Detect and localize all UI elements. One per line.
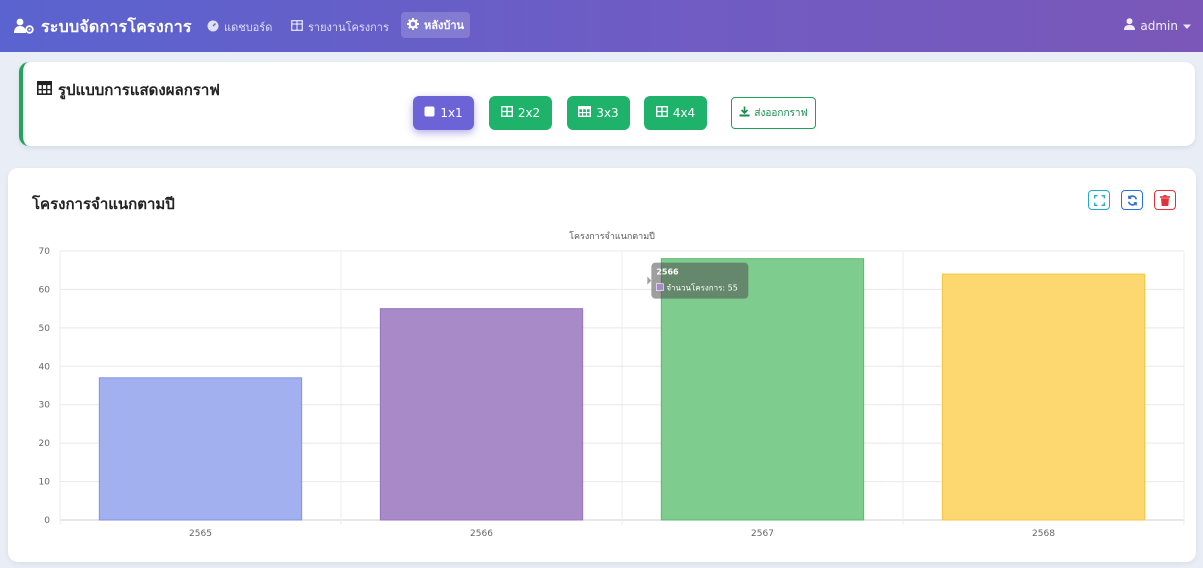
layout-panel-heading: รูปแบบการแสดงผลกราฟ — [37, 78, 220, 102]
chart-tooltip: 2566 จำนวนโครงการ: 55 — [647, 262, 749, 299]
tooltip-title: 2566 — [656, 268, 679, 277]
brand[interactable]: ระบบจัดการโครงการ — [14, 15, 192, 40]
grid-2x2-icon — [500, 105, 513, 120]
chart-layout-panel: รูปแบบการแสดงผลกราฟ 1x1 2x2 3x3 4x4 ส่งอ… — [19, 62, 1195, 146]
layout-panel-title: รูปแบบการแสดงผลกราฟ — [58, 81, 220, 99]
layout-1x1-button[interactable]: 1x1 — [413, 96, 474, 130]
y-tick-label: 40 — [39, 362, 51, 372]
dashboard-icon — [207, 20, 219, 35]
grid-4x4-icon — [655, 105, 668, 120]
button-label: 1x1 — [440, 106, 463, 120]
y-tick-label: 30 — [39, 401, 51, 411]
x-tick-label: 2567 — [751, 529, 774, 539]
app-title: ระบบจัดการโครงการ — [41, 17, 192, 36]
x-tick-label: 2568 — [1032, 529, 1055, 539]
nav-item-label: รายงานโครงการ — [308, 21, 389, 34]
tooltip-swatch — [656, 283, 664, 291]
nav-item-label: หลังบ้าน — [424, 19, 465, 32]
bar-chart: โครงการจำแนกตามปี 0 10 20 30 40 50 60 70 2565 25… — [39, 231, 1185, 539]
y-tick-label: 10 — [39, 478, 51, 488]
username: admin — [1140, 18, 1178, 33]
caret-down-icon — [1183, 19, 1191, 33]
y-tick-label: 0 — [44, 516, 50, 526]
users-cog-icon — [14, 18, 34, 38]
y-tick-label: 70 — [39, 247, 51, 257]
nav-item-dashboard[interactable]: แดชบอร์ด — [207, 18, 272, 36]
top-navbar: ระบบจัดการโครงการ แดชบอร์ด รายงานโครงการ… — [0, 0, 1203, 52]
table-icon — [37, 81, 52, 99]
nav-item-backend[interactable]: หลังบ้าน — [401, 12, 471, 38]
grid-3x3-icon — [578, 105, 592, 120]
table-icon — [291, 20, 303, 34]
y-tick-label: 60 — [39, 285, 51, 295]
layout-4x4-button[interactable]: 4x4 — [644, 96, 707, 130]
button-label: 2x2 — [517, 106, 541, 120]
chart-title: โครงการจำแนกตามปี — [569, 231, 655, 242]
layout-3x3-button[interactable]: 3x3 — [567, 96, 630, 130]
nav-item-project-report[interactable]: รายงานโครงการ — [291, 18, 389, 36]
gear-icon — [407, 17, 419, 33]
y-tick-label: 50 — [39, 324, 51, 334]
export-label: ส่งออกกราฟ — [754, 107, 808, 119]
user-icon — [1124, 18, 1136, 33]
bar-2566[interactable] — [379, 308, 584, 521]
bar-2565[interactable] — [98, 377, 303, 521]
bar-2568[interactable] — [941, 273, 1146, 521]
user-menu[interactable]: admin — [1124, 18, 1191, 33]
nav-item-label: แดชบอร์ด — [224, 21, 273, 34]
x-tick-label: 2566 — [470, 529, 493, 539]
button-label: 4x4 — [672, 106, 696, 120]
square-icon — [424, 106, 435, 120]
export-chart-button[interactable]: ส่งออกกราฟ — [731, 97, 816, 129]
button-label: 3x3 — [596, 106, 619, 120]
download-icon — [739, 106, 750, 120]
tooltip-label: จำนวนโครงการ: 55 — [666, 283, 738, 293]
y-tick-label: 20 — [39, 439, 51, 449]
layout-2x2-button[interactable]: 2x2 — [489, 96, 552, 130]
chart-card: โครงการจำแนกตามปี โครงการจำแนกตามปี 0 10 2… — [8, 168, 1196, 562]
x-tick-label: 2565 — [189, 529, 212, 539]
